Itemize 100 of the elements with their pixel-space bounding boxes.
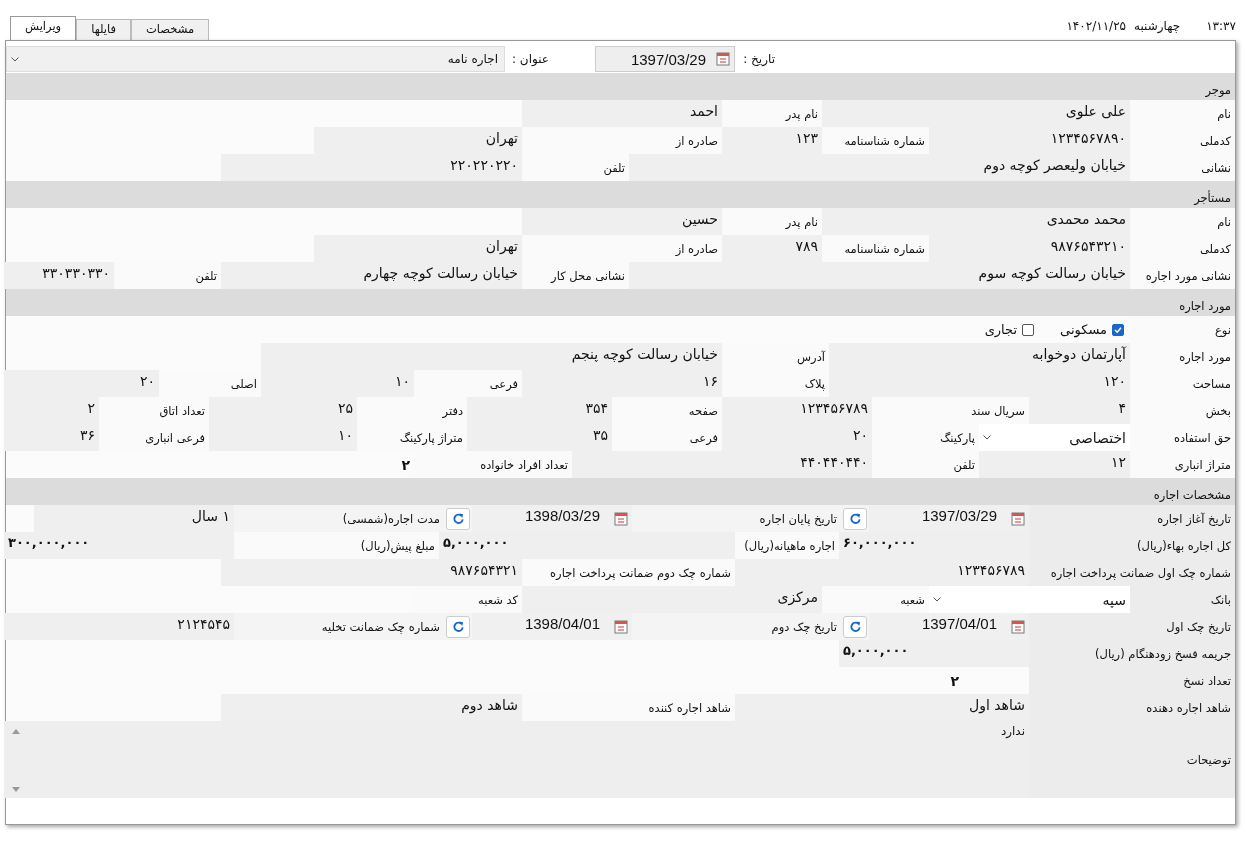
reset-button[interactable]: [843, 507, 867, 530]
field-value[interactable]: ۲: [839, 667, 963, 694]
reset-button[interactable]: [446, 615, 470, 638]
day-text: چهارشنبه: [1134, 19, 1181, 33]
section-header: موجر: [6, 73, 1235, 100]
field-value[interactable]: ۲۰: [722, 424, 872, 451]
field-value[interactable]: ۱۰: [209, 424, 357, 451]
field-value[interactable]: ۳۵: [467, 424, 612, 451]
dropdown[interactable]: سپه: [929, 586, 1130, 613]
time-text: ۱۳:۳۷: [1206, 19, 1236, 33]
field-value[interactable]: محمد محمدی: [822, 208, 1130, 235]
field-value[interactable]: ۲۵: [209, 397, 357, 424]
field-label: بانک: [1130, 586, 1235, 613]
field-value[interactable]: ۳۵۴: [467, 397, 612, 424]
calendar-icon[interactable]: [716, 52, 730, 66]
calendar-icon[interactable]: [614, 512, 628, 526]
field-value[interactable]: ۲: [357, 451, 414, 478]
reset-button[interactable]: [446, 507, 470, 530]
field-value[interactable]: ۹۸۷۶۵۴۳۲۱: [221, 559, 522, 586]
section-header: مورد اجاره: [6, 289, 1235, 316]
field-value[interactable]: ۱۲۳۴۵۶۷۸۹۰: [929, 127, 1130, 154]
field-value[interactable]: احمد: [522, 100, 722, 127]
dropdown[interactable]: اختصاصی: [979, 424, 1130, 451]
date-field[interactable]: 1397/03/29: [595, 46, 735, 72]
field-value[interactable]: ۱۲۰: [829, 370, 1130, 397]
field-value[interactable]: ۳۶: [4, 424, 99, 451]
field-value[interactable]: ۲۱۲۴۵۴۵: [4, 613, 234, 640]
refresh-icon: [848, 512, 862, 525]
field-label: تعداد نسخ: [1029, 667, 1235, 694]
field-value[interactable]: ۴: [1029, 397, 1130, 424]
field-label: تاریخ چک اول: [1029, 613, 1235, 640]
checkbox[interactable]: [1112, 323, 1124, 336]
field-value[interactable]: ۱ سال: [34, 505, 234, 532]
scroll-down-icon[interactable]: [12, 787, 20, 792]
date-field[interactable]: 1397/03/29: [869, 505, 1029, 532]
field-value[interactable]: ۶۰,۰۰۰,۰۰۰: [839, 532, 1029, 559]
field-label: توضیحات: [1029, 721, 1235, 798]
tab[interactable]: مشخصات: [131, 19, 210, 40]
tab[interactable]: ویرایش: [10, 16, 77, 40]
dropdown[interactable]: اجاره نامه: [6, 46, 505, 72]
field-value[interactable]: ۱۰: [261, 370, 414, 397]
caret-icon: [983, 435, 991, 440]
field-value[interactable]: خیابان ولیعصر کوچه دوم: [629, 154, 1130, 181]
section-header: مستأجر: [6, 181, 1235, 208]
field-label: مدت اجاره(شمسی): [342, 511, 440, 526]
date-field[interactable]: 1398/03/29: [472, 505, 632, 532]
tab[interactable]: فایلها: [76, 19, 131, 40]
refresh-icon: [451, 620, 465, 633]
field-value[interactable]: ۱۲۳: [722, 127, 822, 154]
field-label: شماره چک ضمانت تخلیه: [321, 619, 440, 634]
checkbox-label[interactable]: مسکونی: [1060, 322, 1107, 337]
checkbox[interactable]: [1022, 323, 1035, 336]
field-value[interactable]: ۹۸۷۶۵۴۳۲۱۰: [929, 235, 1130, 262]
reset-button[interactable]: [843, 615, 867, 638]
field-value[interactable]: تهران: [314, 127, 522, 154]
field-value[interactable]: حسین: [522, 208, 722, 235]
section-header: مشخصات اجاره: [6, 478, 1235, 505]
field-value[interactable]: ۳۳۰۳۳۰۳۳۰: [4, 262, 114, 289]
field-value[interactable]: ۲۰: [4, 370, 159, 397]
field-label: تاریخ آغاز اجاره: [1029, 505, 1235, 532]
calendar-icon[interactable]: [1011, 512, 1025, 526]
refresh-icon: [451, 512, 465, 525]
field-value[interactable]: ۵,۰۰۰,۰۰۰: [839, 640, 1029, 667]
caret-icon: [933, 597, 941, 602]
field-value[interactable]: ۱۲۳۴۵۶۷۸۹: [722, 397, 872, 424]
field-value[interactable]: ۱۲: [979, 451, 1130, 478]
field-value[interactable]: ۲: [4, 397, 99, 424]
calendar-icon[interactable]: [614, 620, 628, 634]
field-label: شماره چک اول ضمانت پرداخت اجاره: [1029, 559, 1235, 586]
date-field[interactable]: 1397/04/01: [869, 613, 1029, 640]
field-label: کل اجاره بهاء(ریال): [1029, 532, 1235, 559]
field-label: تاریخ پایان اجاره: [759, 511, 837, 526]
text-area[interactable]: ندارد: [4, 721, 1029, 798]
refresh-icon: [848, 620, 862, 633]
field-label: شاهد اجاره دهنده: [1029, 694, 1235, 721]
field-value[interactable]: خیابان رسالت کوچه چهارم: [221, 262, 522, 289]
field-value[interactable]: ۲۲۰۲۲۰۲۲۰: [221, 154, 522, 181]
scroll-up-icon[interactable]: [12, 729, 20, 734]
field-value[interactable]: ۵,۰۰۰,۰۰۰: [439, 532, 735, 559]
field-value[interactable]: ۱۶: [522, 370, 722, 397]
field-value[interactable]: شاهد دوم: [221, 694, 522, 721]
field-value[interactable]: خیابان رسالت کوچه پنجم: [261, 343, 722, 370]
field-value[interactable]: آپارتمان دوخوابه: [829, 343, 1130, 370]
field-value[interactable]: مرکزی: [522, 586, 822, 613]
field-value[interactable]: شاهد اول: [735, 694, 1029, 721]
field-value[interactable]: ۴۴۰۴۴۰۴۴۰: [572, 451, 872, 478]
caret-icon: [11, 56, 19, 62]
field-value[interactable]: ۱۲۳۴۵۶۷۸۹: [735, 559, 1029, 586]
field-label: جریمه فسخ زودهنگام (ریال): [1029, 640, 1235, 667]
field-label: تاریخ چک دوم: [771, 619, 837, 634]
field-label: عنوان :: [511, 52, 549, 66]
calendar-icon[interactable]: [1011, 620, 1025, 634]
date-field[interactable]: 1398/04/01: [472, 613, 632, 640]
field-value[interactable]: ۷۸۹: [722, 235, 822, 262]
field-value[interactable]: علی علوی: [822, 100, 1130, 127]
field-value[interactable]: تهران: [314, 235, 522, 262]
field-label: تاریخ :: [742, 52, 775, 66]
field-value[interactable]: خیابان رسالت کوچه سوم: [629, 262, 1130, 289]
checkbox-label[interactable]: تجاری: [984, 322, 1018, 337]
field-value[interactable]: ۳۰۰,۰۰۰,۰۰۰: [4, 532, 234, 559]
